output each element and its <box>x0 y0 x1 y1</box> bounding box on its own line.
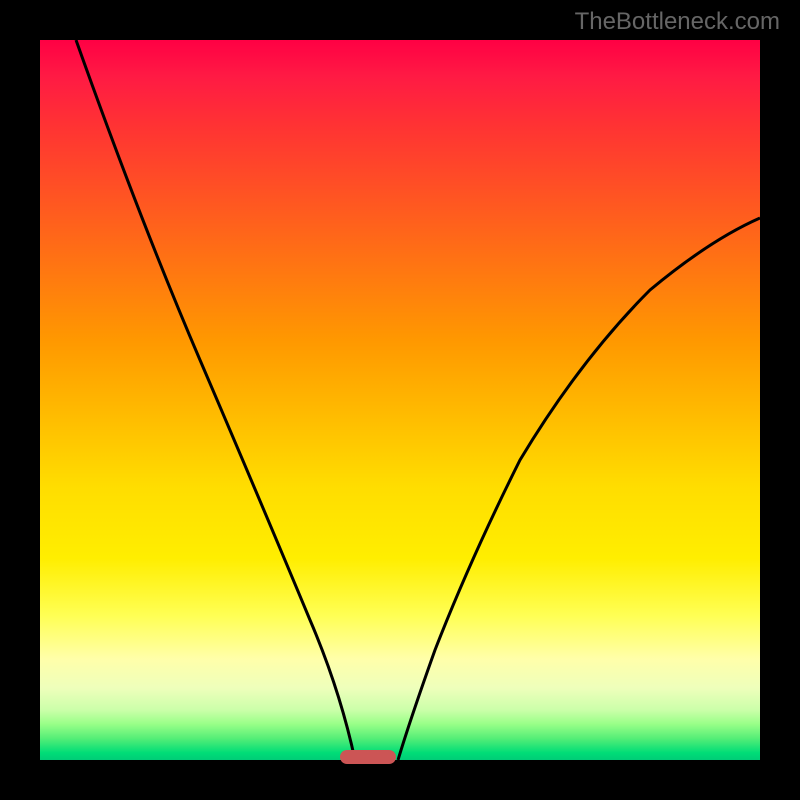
right-curve-line <box>398 218 760 760</box>
left-curve-line <box>76 40 355 760</box>
optimal-marker <box>340 750 396 764</box>
chart-plot-area <box>40 40 760 760</box>
chart-curves <box>40 40 760 760</box>
watermark-text: TheBottleneck.com <box>575 8 780 36</box>
